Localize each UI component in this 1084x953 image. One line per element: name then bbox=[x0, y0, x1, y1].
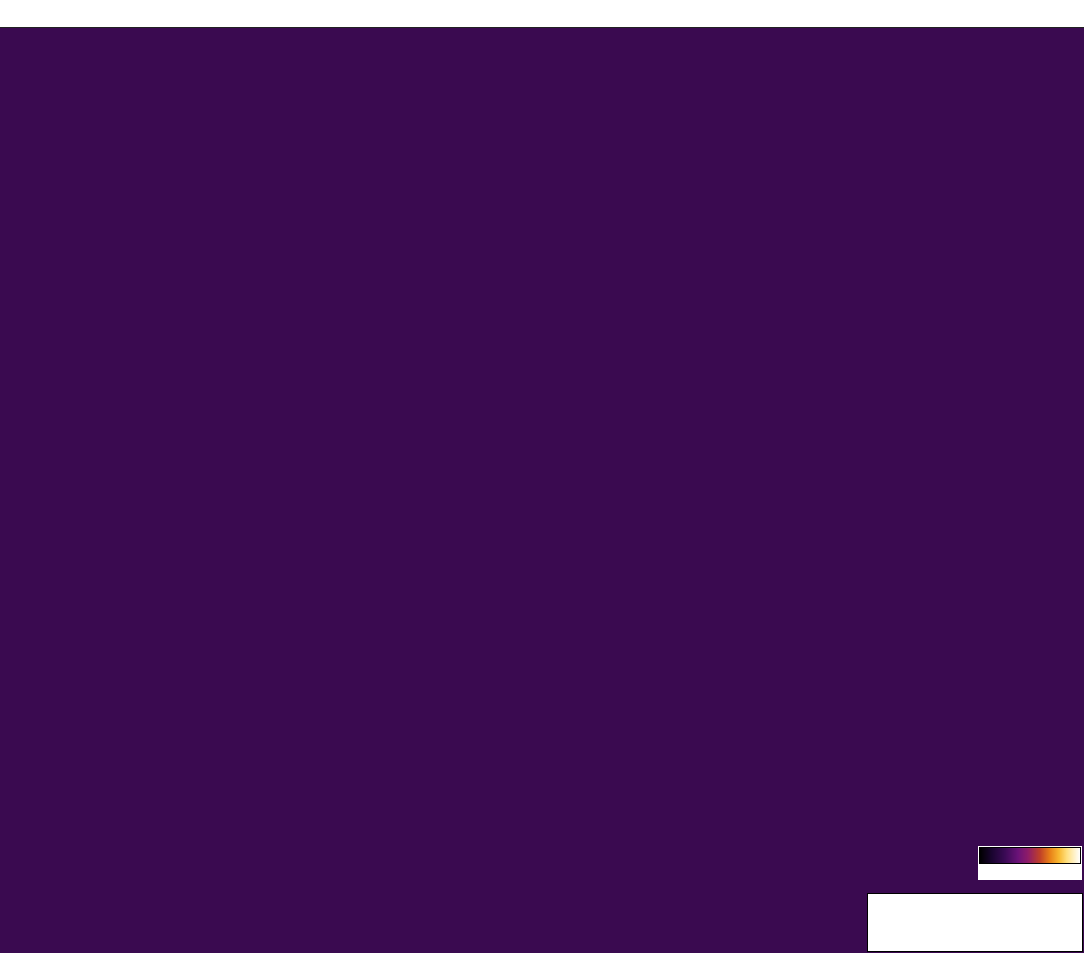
color-scale-labels bbox=[979, 868, 1081, 880]
color-scale-legend bbox=[978, 846, 1082, 880]
frequency-ruler[interactable] bbox=[0, 0, 1084, 28]
spectrogram-waterfall[interactable] bbox=[0, 28, 1084, 953]
spectrogram-app-window bbox=[0, 0, 1084, 953]
color-scale-gradient bbox=[979, 847, 1081, 864]
observation-info-box bbox=[867, 893, 1083, 952]
